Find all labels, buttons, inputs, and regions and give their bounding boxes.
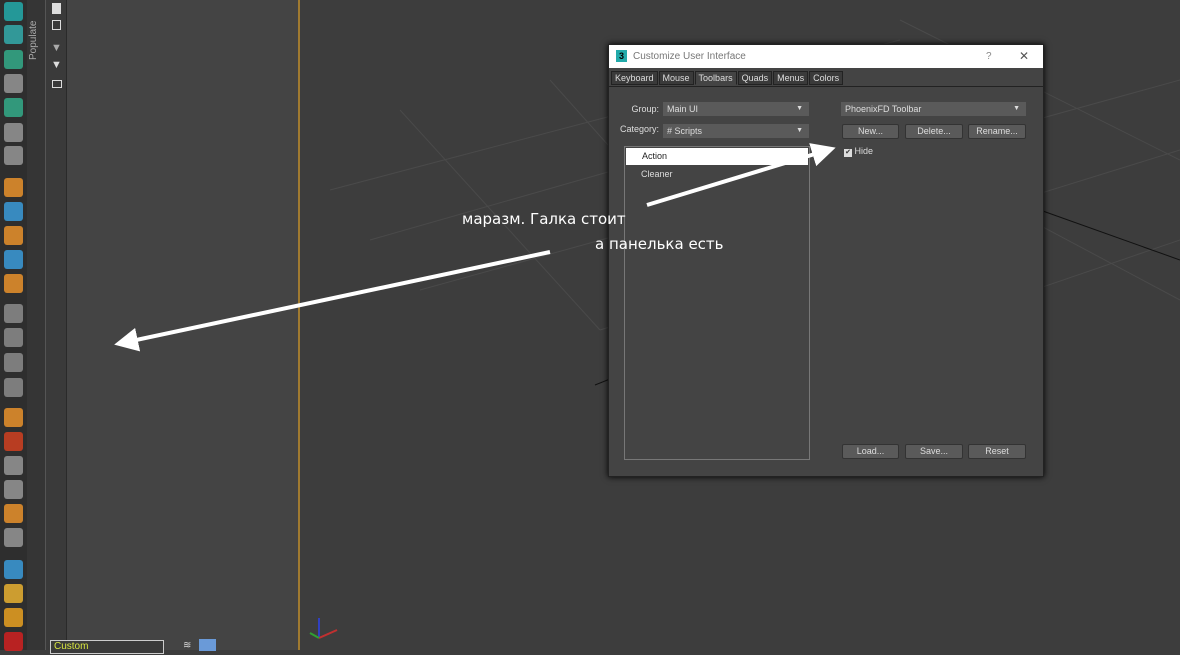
annotation-line1: маразм. Галка стоит: [462, 210, 626, 228]
annotation-line2: а панелька есть: [595, 235, 724, 253]
annotation-arrows: [114, 143, 836, 352]
